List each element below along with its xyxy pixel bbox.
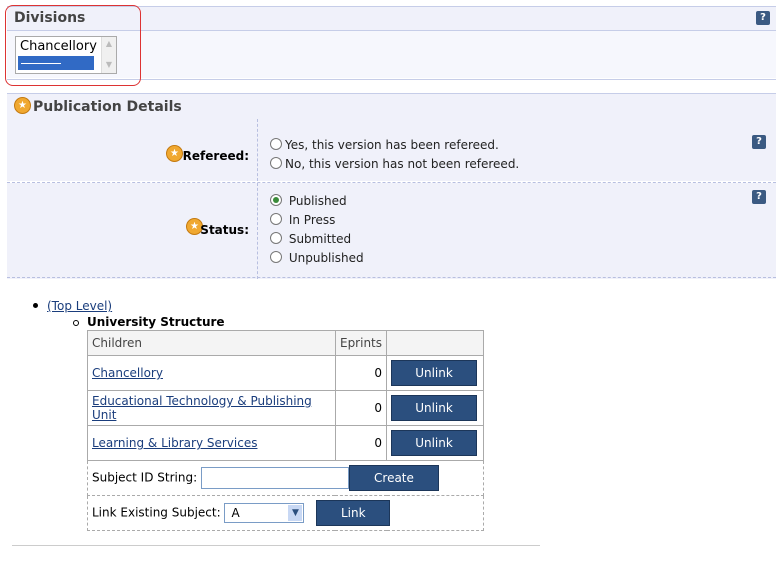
radio-checked-icon[interactable] <box>270 194 282 206</box>
status-row: ★ Status: Published In Press Submitted U… <box>7 183 776 279</box>
structure-title: University Structure <box>87 315 225 329</box>
subject-id-label: Subject ID String: <box>92 470 198 485</box>
link-existing-label: Link Existing Subject: <box>92 505 221 520</box>
divisions-help-icon[interactable]: ? <box>756 11 770 25</box>
radio-icon[interactable] <box>270 232 282 244</box>
status-help-icon[interactable]: ? <box>752 190 766 204</box>
link-subject-row: Link Existing Subject: A ▼ Link <box>87 495 484 531</box>
bullet-icon <box>33 303 38 308</box>
subject-editor: (Top Level) University Structure Childre… <box>12 291 540 546</box>
row-separator <box>7 277 776 278</box>
refereed-option-no[interactable]: No, this version has not been refereed. <box>270 157 519 171</box>
table-row: Learning & Library Services 0 Unlink <box>87 425 484 461</box>
radio-icon[interactable] <box>270 251 282 263</box>
refereed-label: Refereed: <box>182 149 249 163</box>
publication-header: ★ Publication Details <box>7 93 776 120</box>
status-option-in-press[interactable]: In Press <box>270 213 335 227</box>
radio-icon[interactable] <box>270 213 282 225</box>
children-table: Children Eprints Chancellory 0 Unlink Ed… <box>87 330 484 531</box>
eprints-count: 0 <box>334 355 388 391</box>
row-divider <box>257 183 258 279</box>
status-label: Status: <box>200 223 249 237</box>
children-header: Children <box>87 330 336 356</box>
top-level-link[interactable]: (Top Level) <box>47 299 112 313</box>
refereed-option-yes[interactable]: Yes, this version has been refereed. <box>270 138 499 152</box>
radio-icon[interactable] <box>270 157 282 169</box>
unlink-button[interactable]: Unlink <box>391 395 478 421</box>
eprints-count: 0 <box>334 425 388 461</box>
row-divider <box>257 119 258 181</box>
table-row: Educational Technology & Publishing Unit… <box>87 390 484 426</box>
child-link-edtech[interactable]: Educational Technology & Publishing Unit <box>92 394 312 422</box>
publication-panel: ★ Publication Details ★ Refereed: Yes, t… <box>7 93 776 279</box>
refereed-row: ★ Refereed: Yes, this version has been r… <box>7 119 776 181</box>
publication-title: Publication Details <box>33 99 182 115</box>
action-header <box>386 330 484 356</box>
refereed-help-icon[interactable]: ? <box>752 135 766 149</box>
star-icon: ★ <box>14 97 31 114</box>
sub-bullet-icon <box>73 320 79 326</box>
link-button[interactable]: Link <box>316 500 391 526</box>
create-button[interactable]: Create <box>348 465 439 491</box>
link-existing-select[interactable]: A ▼ <box>224 503 305 523</box>
unlink-button[interactable]: Unlink <box>391 360 478 386</box>
status-option-published[interactable]: Published <box>270 194 347 208</box>
eprints-count: 0 <box>334 390 388 426</box>
chevron-down-icon[interactable]: ▼ <box>288 505 303 521</box>
create-subject-row: Subject ID String: Create <box>87 460 484 496</box>
table-header: Children Eprints <box>87 330 484 356</box>
status-option-submitted[interactable]: Submitted <box>270 232 351 246</box>
highlight-annotation <box>5 5 141 86</box>
unlink-button[interactable]: Unlink <box>391 430 478 456</box>
subject-id-input[interactable] <box>200 467 349 489</box>
required-star-icon: ★ <box>166 145 183 162</box>
status-option-unpublished[interactable]: Unpublished <box>270 251 364 265</box>
child-link-chancellory[interactable]: Chancellory <box>92 366 163 380</box>
radio-icon[interactable] <box>270 138 282 150</box>
table-row: Chancellory 0 Unlink <box>87 355 484 391</box>
child-link-library[interactable]: Learning & Library Services <box>92 436 257 450</box>
eprints-header: Eprints <box>334 330 388 356</box>
